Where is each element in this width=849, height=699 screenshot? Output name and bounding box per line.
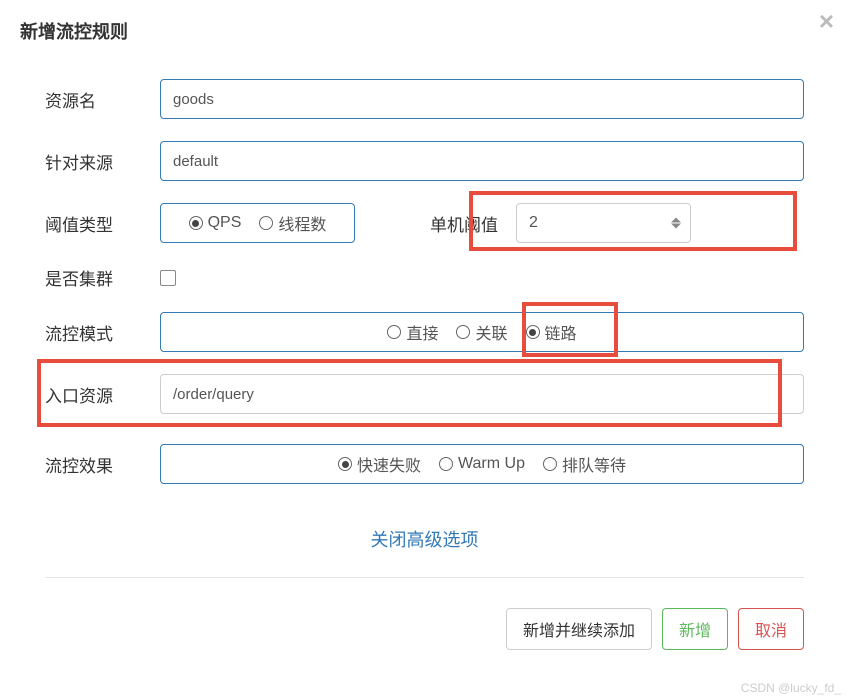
radio-fast-fail-label: 快速失败 bbox=[357, 452, 421, 476]
wrap-threshold: QPS 线程数 单机阈值 bbox=[160, 203, 804, 243]
close-icon[interactable]: × bbox=[819, 8, 834, 34]
radio-threads-label: 线程数 bbox=[278, 211, 326, 235]
wrap-source bbox=[160, 141, 804, 181]
cancel-button[interactable]: 取消 bbox=[738, 608, 804, 650]
label-source: 针对来源 bbox=[45, 149, 140, 174]
radio-queue-wait-label: 排队等待 bbox=[562, 452, 626, 476]
radio-threads[interactable]: 线程数 bbox=[259, 211, 326, 235]
row-entry-resource: 入口资源 bbox=[45, 374, 804, 414]
input-threshold-value[interactable] bbox=[516, 203, 691, 243]
radio-fast-fail[interactable]: 快速失败 bbox=[338, 452, 421, 476]
input-entry-resource[interactable] bbox=[160, 374, 804, 414]
wrap-entry-resource bbox=[160, 374, 804, 414]
add-continue-button[interactable]: 新增并继续添加 bbox=[506, 608, 652, 650]
row-source: 针对来源 bbox=[45, 141, 804, 181]
label-threshold-type: 阈值类型 bbox=[45, 211, 140, 236]
label-resource-name: 资源名 bbox=[45, 87, 140, 112]
modal-title: 新增流控规则 bbox=[20, 18, 829, 44]
row-flow-mode: 流控模式 直接 关联 链路 bbox=[45, 312, 804, 352]
spinner bbox=[671, 218, 681, 229]
row-cluster: 是否集群 bbox=[45, 265, 804, 290]
radio-direct[interactable]: 直接 bbox=[387, 320, 438, 344]
radio-chain[interactable]: 链路 bbox=[526, 320, 577, 344]
chevron-down-icon[interactable] bbox=[671, 224, 681, 229]
chevron-up-icon[interactable] bbox=[671, 218, 681, 223]
label-threshold-value: 单机阈值 bbox=[430, 211, 498, 236]
advanced-toggle: 关闭高级选项 bbox=[45, 526, 804, 552]
row-resource-name: 资源名 bbox=[45, 79, 804, 119]
radio-dot-icon bbox=[387, 325, 401, 339]
checkbox-cluster[interactable] bbox=[160, 270, 176, 286]
threshold-left: QPS 线程数 bbox=[160, 203, 355, 243]
label-entry-resource: 入口资源 bbox=[45, 382, 140, 407]
wrap-flow-effect: 快速失败 Warm Up 排队等待 bbox=[160, 444, 804, 484]
radio-dot-icon bbox=[189, 216, 203, 230]
radio-chain-label: 链路 bbox=[545, 320, 577, 344]
wrap-resource-name bbox=[160, 79, 804, 119]
radio-group-threshold-type: QPS 线程数 bbox=[160, 203, 355, 243]
wrap-flow-mode: 直接 关联 链路 bbox=[160, 312, 804, 352]
radio-qps[interactable]: QPS bbox=[189, 214, 242, 232]
radio-warm-up[interactable]: Warm Up bbox=[439, 455, 525, 473]
row-flow-effect: 流控效果 快速失败 Warm Up 排队等待 bbox=[45, 444, 804, 484]
input-resource-name[interactable] bbox=[160, 79, 804, 119]
radio-dot-icon bbox=[526, 325, 540, 339]
radio-dot-icon bbox=[338, 457, 352, 471]
modal-body: 资源名 针对来源 阈值类型 QPS bbox=[0, 59, 849, 608]
divider bbox=[45, 577, 804, 578]
radio-dot-icon bbox=[439, 457, 453, 471]
modal-dialog: 新增流控规则 × 资源名 针对来源 阈值类型 bbox=[0, 0, 849, 699]
add-button[interactable]: 新增 bbox=[662, 608, 728, 650]
radio-direct-label: 直接 bbox=[406, 320, 438, 344]
row-threshold: 阈值类型 QPS 线程数 单机阈值 bbox=[45, 203, 804, 243]
radio-queue-wait[interactable]: 排队等待 bbox=[543, 452, 626, 476]
radio-dot-icon bbox=[456, 325, 470, 339]
threshold-right: 单机阈值 bbox=[430, 203, 691, 243]
radio-warm-up-label: Warm Up bbox=[458, 455, 525, 473]
radio-relate[interactable]: 关联 bbox=[456, 320, 507, 344]
radio-dot-icon bbox=[259, 216, 273, 230]
label-cluster: 是否集群 bbox=[45, 265, 140, 290]
radio-group-flow-mode: 直接 关联 链路 bbox=[160, 312, 804, 352]
radio-qps-label: QPS bbox=[208, 214, 242, 232]
advanced-link[interactable]: 关闭高级选项 bbox=[371, 530, 479, 550]
radio-group-flow-effect: 快速失败 Warm Up 排队等待 bbox=[160, 444, 804, 484]
radio-relate-label: 关联 bbox=[475, 320, 507, 344]
modal-footer: 新增并继续添加 新增 取消 bbox=[0, 608, 849, 675]
label-flow-mode: 流控模式 bbox=[45, 320, 140, 345]
label-flow-effect: 流控效果 bbox=[45, 452, 140, 477]
watermark: CSDN @lucky_fd_ bbox=[741, 681, 841, 695]
number-wrap bbox=[516, 203, 691, 243]
modal-header: 新增流控规则 × bbox=[0, 0, 849, 59]
radio-dot-icon bbox=[543, 457, 557, 471]
input-source[interactable] bbox=[160, 141, 804, 181]
